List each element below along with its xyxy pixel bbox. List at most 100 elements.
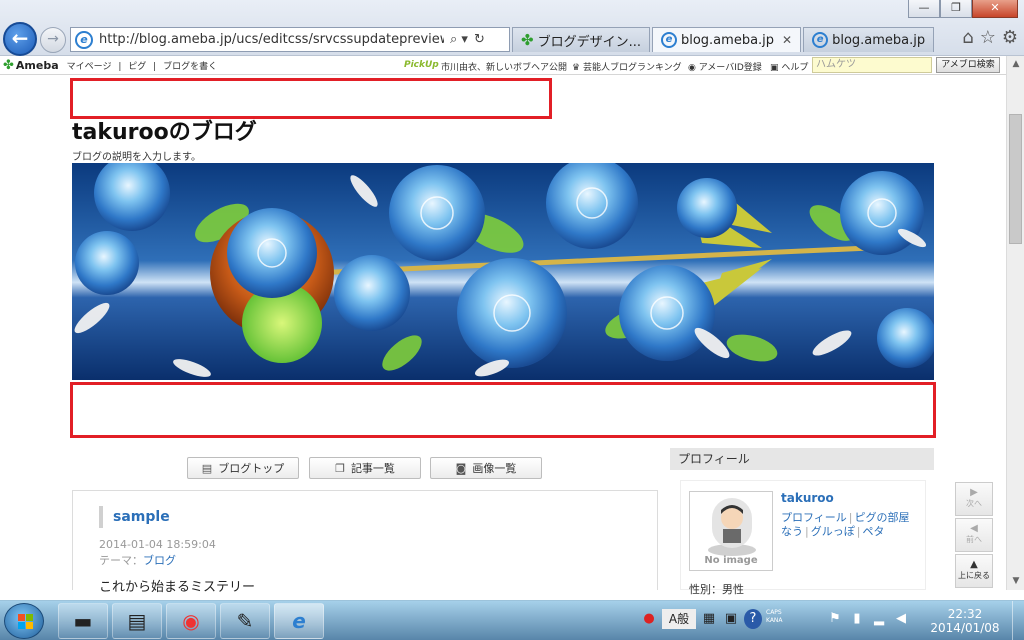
highlight-box-bottom [70, 382, 936, 438]
theme-link[interactable]: ブログ [143, 554, 176, 567]
box-icon[interactable]: ▣ [722, 609, 740, 629]
ameba-search-input[interactable]: ハムケツ [812, 57, 932, 73]
prev-button[interactable]: ◀ 前へ [955, 518, 993, 552]
person-placeholder-icon [708, 498, 756, 556]
taskbar-explorer[interactable]: ▬ [58, 603, 108, 639]
window-controls: — ❐ ✕ [908, 0, 1018, 18]
scroll-thumb[interactable] [1009, 114, 1022, 244]
taskbar-chrome[interactable]: ◉ [166, 603, 216, 639]
group-link[interactable]: グルっぽ [811, 525, 855, 538]
page-scrollbar[interactable]: ▲ ▼ [1006, 56, 1024, 590]
notification-icons: ⚑ ▮ ▂ ◀ [826, 609, 910, 629]
tab-blog-ameba[interactable]: e blog.ameba.jp [803, 27, 935, 52]
taskbar-editor[interactable]: ✎ [220, 603, 270, 639]
profile-gender: 性別：男性 [689, 583, 744, 596]
help-label: ヘルプ [781, 63, 809, 73]
blue-roses-illustration [72, 163, 934, 380]
windows-taskbar: ▬ ▤ ◉ ✎ e ● A般 ▦ ▣ ? CAPS KANA ⚑ ▮ ▂ ◀ 2… [0, 600, 1024, 640]
next-button[interactable]: ▶ 次へ [955, 482, 993, 516]
start-button[interactable] [4, 603, 44, 639]
search-dropdown-icon[interactable]: ⌕ ▾ [450, 32, 468, 47]
pickup-news-link[interactable]: 市川由衣、新しいボブヘア公開 [441, 60, 567, 73]
avatar[interactable]: No image [689, 491, 773, 571]
taskbar-ie[interactable]: e [274, 603, 324, 639]
arrow-left-icon: ← [11, 26, 29, 50]
address-bar[interactable]: e http://blog.ameba.jp/ucs/editcss/srvcs… [70, 27, 510, 52]
image-list-button[interactable]: ◙ 画像一覧 [430, 457, 542, 479]
profile-links-row2: なう | グルっぽ | ペタ [781, 525, 885, 538]
maximize-button[interactable]: ❐ [940, 0, 972, 18]
back-button[interactable]: ← [3, 22, 37, 56]
tab-strip: ✤ ブログデザイン... e blog.ameba.jp ✕ e blog.am… [512, 27, 936, 52]
pickup-label: PickUp [404, 60, 439, 70]
refresh-icon[interactable]: ↻ [474, 32, 485, 47]
separator: | [153, 61, 157, 72]
ranking-link[interactable]: ♛ 芸能人ブログランキング [572, 60, 682, 73]
tab-label: blog.ameba.jp [680, 32, 775, 48]
arrow-right-icon: → [47, 31, 59, 47]
taskbar-notepad[interactable]: ▤ [112, 603, 162, 639]
article-date: 2014-01-04 18:59:04 [99, 538, 216, 551]
tab-blog-ameba-active[interactable]: e blog.ameba.jp ✕ [651, 27, 802, 52]
show-desktop-button[interactable] [1012, 601, 1024, 640]
caps-label: CAPS [766, 609, 782, 616]
tab-blog-design[interactable]: ✤ ブログデザイン... [512, 27, 650, 52]
minimize-button[interactable]: — [908, 0, 940, 18]
help-link[interactable]: ▣ ヘルプ [770, 60, 808, 73]
theme-label: テーマ： [99, 554, 143, 567]
kana-label: KANA [766, 617, 783, 624]
pigg-link[interactable]: ピグ [128, 62, 146, 72]
windows-logo-icon [18, 614, 34, 630]
network-icon[interactable]: ▂ [870, 609, 888, 629]
triangle-left-icon: ◀ [970, 523, 978, 534]
volume-icon[interactable]: ◀ [892, 609, 910, 629]
scroll-up-icon[interactable]: ▲ [1007, 56, 1024, 73]
forward-button[interactable]: → [40, 27, 66, 53]
highlight-box-top [70, 78, 552, 119]
ameba-links: マイページ | ピグ | ブログを書く [67, 59, 221, 72]
image-list-label: 画像一覧 [472, 462, 517, 475]
profile-name[interactable]: takuroo [781, 491, 834, 505]
ameba-search-button[interactable]: アメブロ検索 [936, 57, 1000, 73]
blog-top-button[interactable]: ▤ ブログトップ [187, 457, 299, 479]
article-theme: テーマ：ブログ [99, 552, 176, 568]
blog-title[interactable]: takurooのブログ [72, 114, 257, 146]
ime-indicator[interactable]: A般 [662, 609, 696, 629]
profile-heading: プロフィール [670, 448, 934, 470]
pages-icon: ❐ [335, 461, 345, 475]
record-icon[interactable]: ● [640, 609, 658, 629]
back-to-top-button[interactable]: ▲ 上に戻る [955, 554, 993, 588]
tool-icon[interactable]: ▦ [700, 609, 718, 629]
browser-command-icons: ⌂ ☆ ⚙ [962, 27, 1018, 48]
taskbar-clock[interactable]: 22:32 2014/01/08 [930, 607, 1000, 635]
flag-icon[interactable]: ⚑ [826, 609, 844, 629]
gear-icon[interactable]: ⚙ [1002, 27, 1018, 48]
battery-icon[interactable]: ▮ [848, 609, 866, 629]
prev-label: 前へ [966, 535, 982, 544]
now-link[interactable]: なう [781, 525, 803, 538]
ameba-toolbar: ✤ Ameba マイページ | ピグ | ブログを書く PickUp 市川由衣、… [0, 56, 1006, 75]
article-title[interactable]: sample [99, 506, 170, 528]
tab-label: ブログデザイン... [537, 34, 641, 50]
close-button[interactable]: ✕ [972, 0, 1018, 18]
help-icon[interactable]: ? [744, 609, 762, 629]
next-label: 次へ [966, 499, 982, 508]
scroll-down-icon[interactable]: ▼ [1007, 573, 1024, 590]
page-navigator: ▶ 次へ ◀ 前へ ▲ 上に戻る [955, 482, 993, 590]
write-blog-link[interactable]: ブログを書く [163, 62, 217, 72]
profile-panel: No image takuroo プロフィール | ピグの部屋 なう | グルっぽ | ペタ… [680, 480, 926, 596]
pencil-icon: ✎ [236, 609, 254, 633]
address-url[interactable]: http://blog.ameba.jp/ucs/editcss/srvcssu… [99, 32, 444, 47]
peta-link[interactable]: ペタ [862, 525, 884, 538]
star-icon[interactable]: ☆ [980, 27, 996, 48]
ameba-logo[interactable]: ✤ Ameba [3, 58, 59, 73]
article-list-button[interactable]: ❐ 記事一覧 [309, 457, 421, 479]
home-icon[interactable]: ⌂ [962, 27, 973, 48]
article-body: これから始まるミステリー [99, 580, 256, 595]
folder-icon: ▬ [73, 609, 93, 633]
amebaid-link[interactable]: ◉ アメーバID登録 [688, 60, 762, 73]
tab-label: blog.ameba.jp [832, 32, 926, 48]
ameba-clover-icon: ✤ [521, 31, 534, 49]
mypage-link[interactable]: マイページ [67, 62, 112, 72]
tab-close-icon[interactable]: ✕ [782, 33, 792, 47]
